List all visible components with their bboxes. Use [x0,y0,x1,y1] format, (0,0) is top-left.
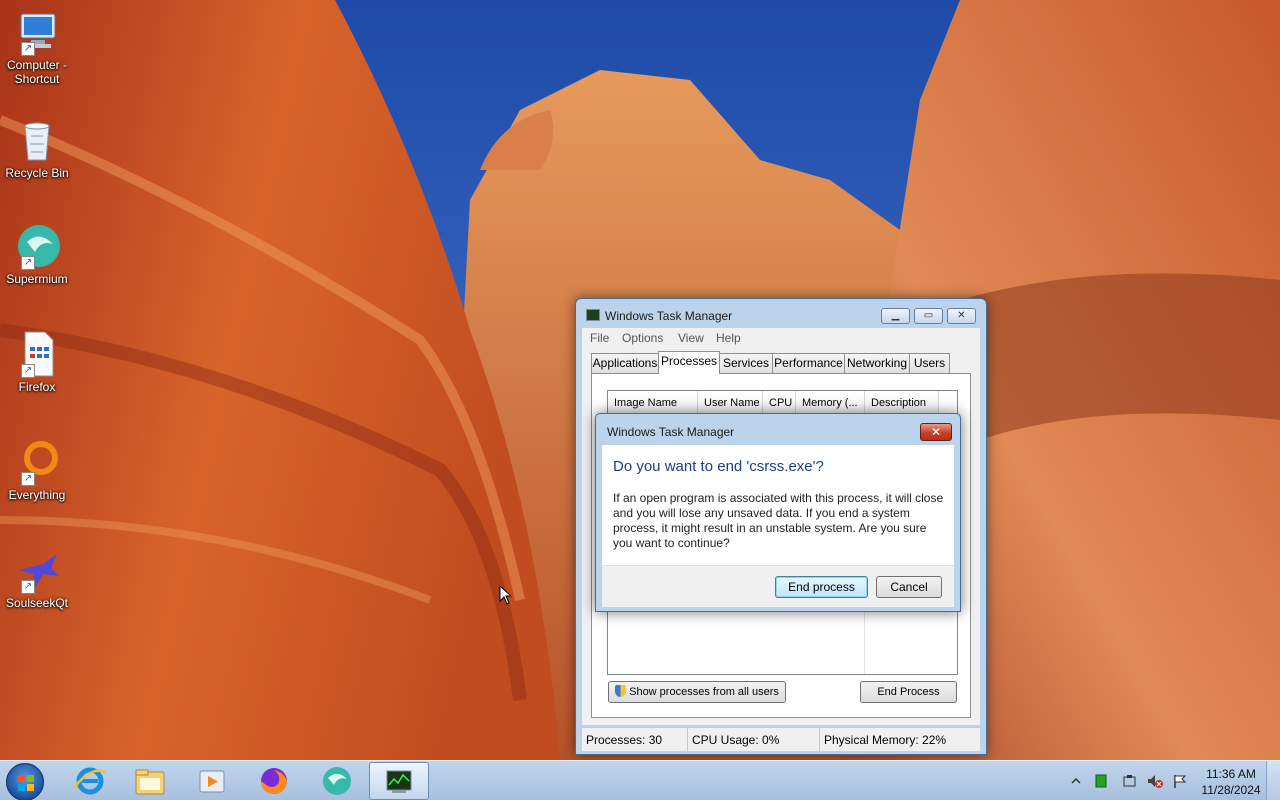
column-memory[interactable]: Memory (... [796,391,865,415]
internet-explorer-icon [72,767,107,795]
taskbar-task-manager[interactable] [369,762,429,800]
firefox-file-icon: ↗ [13,330,61,378]
soulseek-icon: ↗ [13,546,61,594]
desktop-icon-label: Recycle Bin [5,166,69,180]
shortcut-arrow-icon: ↗ [21,364,35,378]
show-desktop-button[interactable] [1266,761,1280,800]
computer-icon: ↗ [13,8,61,56]
desktop-icon-label: SoulseekQt [5,596,69,610]
shortcut-arrow-icon: ↗ [21,472,35,486]
tab-applications[interactable]: Applications [591,353,659,373]
network-icon[interactable] [1094,773,1108,789]
status-processes: Processes: 30 [582,728,688,752]
desktop-icon-label: Firefox [18,380,56,394]
status-bar: Processes: 30 CPU Usage: 0% Physical Mem… [582,727,980,752]
power-icon[interactable] [1122,773,1138,789]
show-hidden-icons-icon[interactable] [1070,775,1082,787]
dialog-message: If an open program is associated with th… [613,491,944,550]
clock-date[interactable]: 11/28/2024 [1196,783,1266,797]
show-all-processes-button[interactable]: Show processes from all users [608,681,786,703]
taskbar-supermium[interactable] [306,762,366,800]
desktop-icon-label: Everything [8,488,66,502]
status-physical-memory: Physical Memory: 22% [824,733,947,747]
task-manager-icon [586,309,600,321]
tab-users[interactable]: Users [909,353,950,373]
column-user-name[interactable]: User Name [698,391,763,415]
dialog-footer: End process Cancel [602,565,954,607]
uac-shield-icon [615,685,627,697]
maximize-button[interactable]: ▭ [914,308,943,324]
confirm-end-process-button[interactable]: End process [775,576,868,598]
end-process-dialog: Windows Task Manager ✕ Do you want to en… [595,413,961,612]
windows-logo-icon [18,775,34,791]
clock-time[interactable]: 11:36 AM [1196,767,1266,781]
taskbar-internet-explorer[interactable] [60,762,120,800]
taskbar: 11:36 AM 11/28/2024 [0,760,1280,800]
close-button[interactable]: ✕ [947,308,976,324]
recycle-bin-icon [13,116,61,164]
dialog-close-button[interactable]: ✕ [920,423,952,441]
desktop-icon-supermium[interactable]: ↗ Supermium [2,222,72,286]
minimize-button[interactable]: ▁ [881,308,910,324]
dialog-title: Windows Task Manager [607,425,735,439]
desktop-icon-everything[interactable]: ↗ Everything [2,438,72,502]
menu-help[interactable]: Help [716,331,741,345]
desktop-icon-soulseek[interactable]: ↗ SoulseekQt [2,546,72,610]
taskbar-firefox[interactable] [244,762,304,800]
column-description[interactable]: Description [865,391,939,415]
desktop-icon-label: Supermium [6,272,68,286]
taskbar-file-explorer[interactable] [120,762,180,800]
tab-networking[interactable]: Networking [844,353,910,373]
menu-bar: File Options View Help [582,328,980,348]
volume-muted-icon[interactable] [1146,773,1164,789]
action-center-flag-icon[interactable] [1172,773,1188,789]
taskbar-media-player[interactable] [182,762,242,800]
file-explorer-icon [135,769,165,795]
cancel-button[interactable]: Cancel [876,576,942,598]
dialog-heading: Do you want to end 'csrss.exe'? [613,458,824,475]
desktop-icon-recycle-bin[interactable]: Recycle Bin [2,116,72,180]
tab-performance[interactable]: Performance [772,353,845,373]
dialog-content: Do you want to end 'csrss.exe'? If an op… [602,445,954,565]
everything-icon: ↗ [13,438,61,486]
column-cpu[interactable]: CPU [763,391,796,415]
desktop-icon-firefox[interactable]: ↗ Firefox [2,330,72,394]
shortcut-arrow-icon: ↗ [21,42,35,56]
shortcut-arrow-icon: ↗ [21,580,35,594]
menu-view[interactable]: View [678,331,704,345]
window-title: Windows Task Manager [605,309,733,323]
media-player-icon [199,770,225,793]
menu-options[interactable]: Options [622,331,663,345]
status-cpu-usage: CPU Usage: 0% [688,728,820,752]
task-manager-titlebar[interactable]: Windows Task Manager ▁ ▭ ✕ [576,299,986,329]
start-button[interactable] [6,763,44,800]
desktop-icon-computer[interactable]: ↗ Computer - Shortcut [2,8,72,86]
supermium-icon: ↗ [13,222,61,270]
show-all-processes-label: Show processes from all users [629,686,779,698]
task-manager-icon [386,770,412,793]
end-process-button[interactable]: End Process [860,681,957,703]
mouse-cursor-icon [499,585,513,605]
column-image-name[interactable]: Image Name [608,391,698,415]
menu-file[interactable]: File [590,331,609,345]
tab-processes[interactable]: Processes [658,351,720,374]
shortcut-arrow-icon: ↗ [21,256,35,270]
firefox-icon [261,768,287,794]
supermium-icon [323,767,351,795]
desktop-icon-label: Computer - Shortcut [6,58,68,86]
tab-services[interactable]: Services [719,353,773,373]
